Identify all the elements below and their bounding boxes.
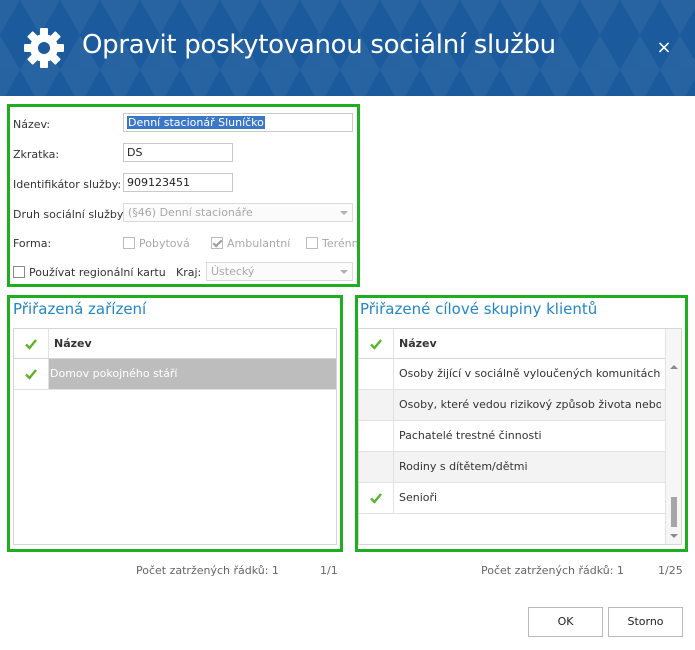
row-name: Pachatelé trestné činnosti <box>399 429 542 442</box>
target-groups-table: Název Osoby žijící v sociálně vyloučenýc… <box>358 328 682 545</box>
service-type-label: Druh sociální služby: <box>13 208 127 221</box>
vertical-scrollbar[interactable] <box>665 329 681 544</box>
header-check-cell[interactable] <box>359 329 394 358</box>
facilities-page-indicator: 1/1 <box>320 564 338 577</box>
region-select[interactable]: Ústecký <box>206 262 353 281</box>
table-row[interactable]: Rodiny s dítětem/dětmi <box>359 452 665 483</box>
target-groups-title: Přiřazené cílové skupiny klientů <box>360 300 598 318</box>
form-field-checkbox[interactable] <box>306 237 318 249</box>
form-residential-checkbox[interactable] <box>123 237 135 249</box>
header-check-cell[interactable] <box>14 329 49 358</box>
close-button[interactable]: × <box>652 37 676 61</box>
row-check-cell[interactable] <box>359 421 394 451</box>
target-groups-checked-count: Počet zatržených řádků: 1 <box>481 564 624 577</box>
form-outpatient-label: Ambulantní <box>227 237 291 250</box>
table-row[interactable]: Pachatelé trestné činnosti <box>359 421 665 452</box>
dialog-titlebar: Opravit poskytovanou sociální službu × <box>0 0 695 96</box>
service-id-label: Identifikátor služby: <box>13 178 122 191</box>
abbreviation-field[interactable]: DS <box>123 143 233 162</box>
table-header: Název <box>14 329 336 359</box>
form-outpatient-checkbox[interactable] <box>211 237 223 249</box>
ok-button[interactable]: OK <box>528 607 603 637</box>
regional-card-checkbox[interactable] <box>13 266 25 278</box>
service-id-field[interactable]: 909123451 <box>123 173 233 192</box>
service-type-value: (§46) Denní stacionáře <box>128 206 253 219</box>
scroll-up-icon[interactable] <box>670 365 678 369</box>
table-header: Název <box>359 329 665 359</box>
region-label: Kraj: <box>176 266 202 279</box>
name-label: Název: <box>13 118 51 131</box>
gear-icon <box>24 28 64 68</box>
close-icon: × <box>656 37 672 58</box>
row-name: Senioři <box>399 491 438 504</box>
target-groups-page-indicator: 1/25 <box>658 564 683 577</box>
name-value: Denní stacionář Sluníčko <box>127 116 265 129</box>
facilities-checked-count: Počet zatržených řádků: 1 <box>136 564 279 577</box>
checkmark-icon <box>25 339 37 350</box>
service-type-select[interactable]: (§46) Denní stacionáře <box>123 203 353 222</box>
row-check-cell[interactable] <box>359 483 394 513</box>
form-residential-label: Pobytová <box>139 237 190 250</box>
checkmark-icon <box>370 493 382 504</box>
table-row[interactable]: Senioři <box>359 483 665 514</box>
row-name: Rodiny s dítětem/dětmi <box>399 460 528 473</box>
facilities-table: Název Domov pokojného stáří <box>13 328 337 545</box>
form-field-label: Terénní <box>322 237 357 250</box>
column-header-name[interactable]: Název <box>54 329 92 359</box>
row-check-cell[interactable] <box>359 359 394 389</box>
checkmark-icon <box>370 339 382 350</box>
dialog-title: Opravit poskytovanou sociální službu <box>82 30 556 60</box>
row-check-cell[interactable] <box>359 390 394 420</box>
row-check-cell[interactable] <box>359 452 394 482</box>
chevron-down-icon <box>340 270 348 274</box>
column-header-name[interactable]: Název <box>399 329 437 359</box>
row-check-cell[interactable] <box>14 359 49 389</box>
row-name: Osoby, které vedou rizikový způsob život… <box>399 398 661 411</box>
row-name: Domov pokojného stáří <box>50 367 178 380</box>
region-value: Ústecký <box>211 265 255 278</box>
name-field[interactable]: Denní stacionář Sluníčko <box>123 113 353 132</box>
table-row[interactable]: Domov pokojného stáří <box>14 359 336 390</box>
table-row[interactable]: Osoby žijící v sociálně vyloučených komu… <box>359 359 665 390</box>
facilities-title: Přiřazená zařízení <box>13 300 147 318</box>
regional-card-label: Používat regionální kartu <box>29 266 166 279</box>
chevron-down-icon <box>340 211 348 215</box>
cancel-button[interactable]: Storno <box>608 607 683 637</box>
scrollbar-thumb[interactable] <box>671 497 677 527</box>
checkmark-icon <box>25 369 37 380</box>
form-label: Forma: <box>13 237 52 250</box>
abbreviation-label: Zkratka: <box>13 148 60 161</box>
row-name: Osoby žijící v sociálně vyloučených komu… <box>399 367 661 380</box>
scroll-down-icon[interactable] <box>670 534 678 538</box>
table-row[interactable]: Osoby, které vedou rizikový způsob život… <box>359 390 665 421</box>
